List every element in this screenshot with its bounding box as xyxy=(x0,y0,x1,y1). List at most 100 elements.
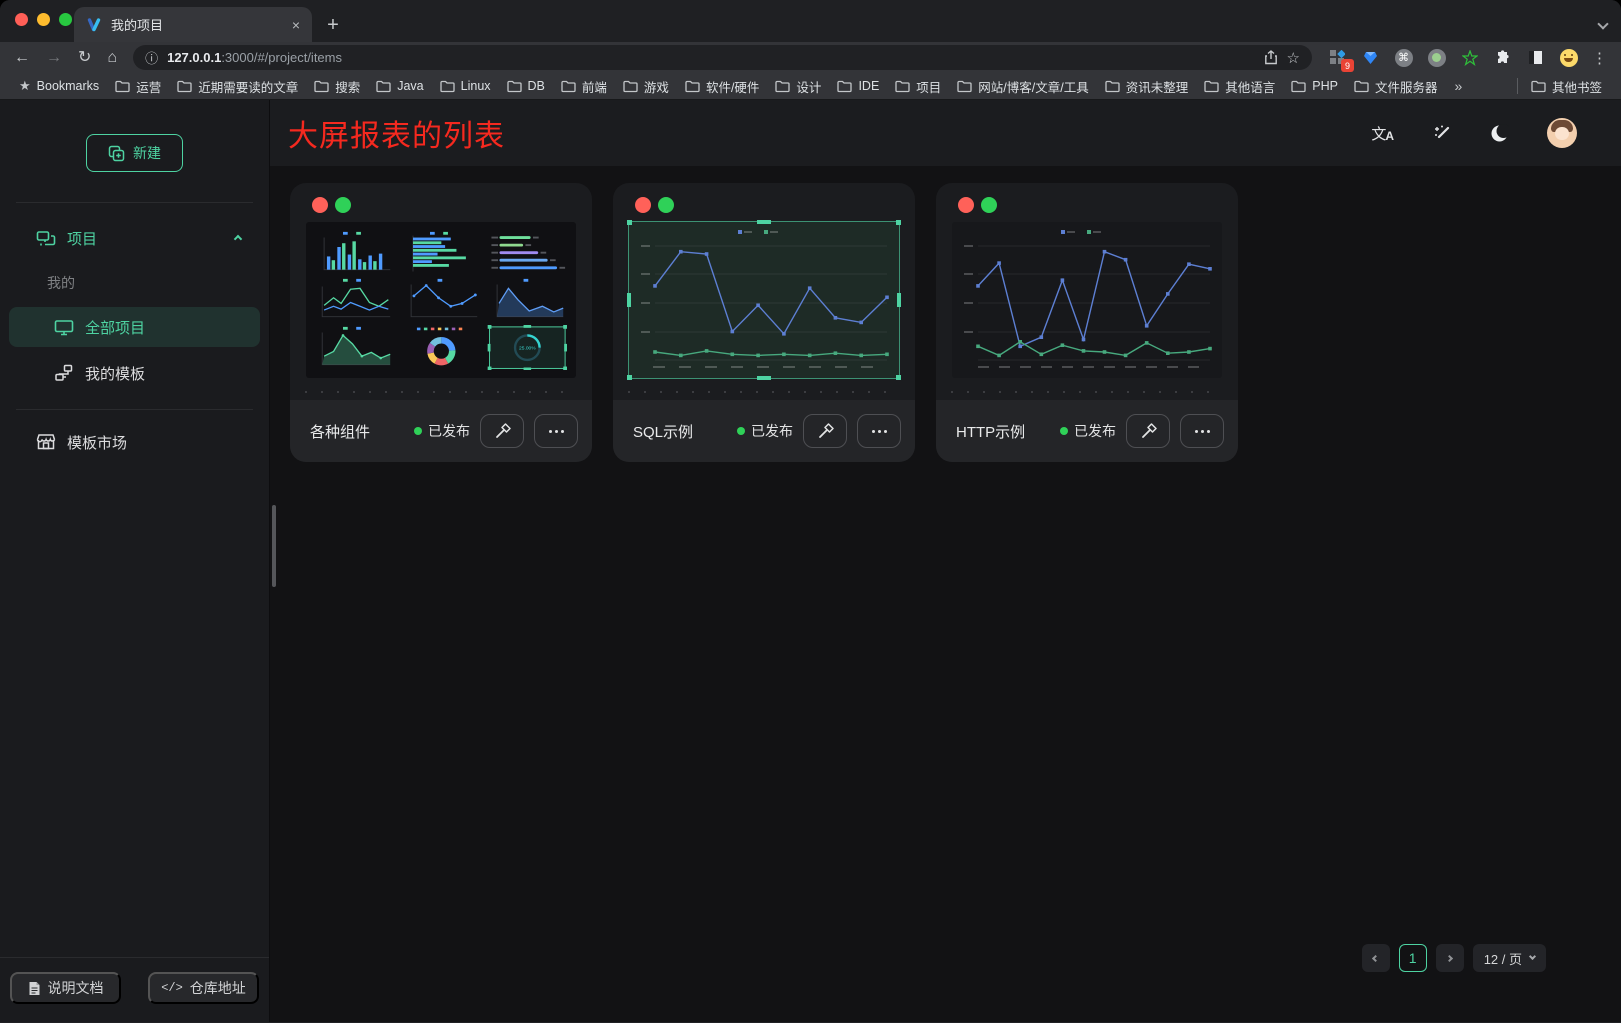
edit-project-button[interactable] xyxy=(480,414,524,448)
fullscreen-window-button[interactable] xyxy=(59,13,72,26)
browser-tab-strip: 我的项目 × + xyxy=(0,0,1621,42)
publish-status: 已发布 xyxy=(737,421,793,441)
chevron-down-icon xyxy=(1529,953,1536,960)
folder-icon xyxy=(775,80,790,93)
extension-gem-icon[interactable] xyxy=(1361,48,1380,67)
new-project-button[interactable]: 新建 xyxy=(86,134,183,172)
sidebar-item-template-market[interactable]: 模板市场 xyxy=(9,422,260,462)
project-thumbnail[interactable] xyxy=(629,222,899,378)
edit-project-button[interactable] xyxy=(1126,414,1170,448)
extension-emoji-icon[interactable] xyxy=(1559,48,1578,67)
home-icon[interactable]: ⌂ xyxy=(107,50,117,66)
bookmark-folder[interactable]: IDE xyxy=(830,75,886,98)
close-window-button[interactable] xyxy=(15,13,28,26)
new-tab-button[interactable]: + xyxy=(318,10,348,40)
edit-project-button[interactable] xyxy=(803,414,847,448)
bookmark-label: 搜索 xyxy=(335,77,360,96)
site-info-icon[interactable]: ⓘ xyxy=(145,48,158,67)
bookmark-folder[interactable]: 项目 xyxy=(888,75,948,98)
bookmark-folder[interactable]: 前端 xyxy=(554,75,614,98)
bookmark-folder[interactable]: 游戏 xyxy=(616,75,676,98)
folder-icon xyxy=(1291,80,1306,93)
gauge-value: 25.00% xyxy=(519,345,536,351)
extension-recorder-icon[interactable] xyxy=(1427,48,1446,67)
bookmark-folder[interactable]: DB xyxy=(500,75,552,98)
bookmark-label: 网站/博客/文章/工具 xyxy=(978,77,1088,96)
more-actions-button[interactable] xyxy=(1180,414,1224,448)
tab-title: 我的项目 xyxy=(111,15,283,34)
magic-wand-icon[interactable] xyxy=(1433,124,1452,143)
browser-menu-icon[interactable]: ⋮ xyxy=(1592,49,1607,67)
repo-button[interactable]: </> 仓库地址 xyxy=(148,972,259,1004)
extension-sidebar-icon[interactable] xyxy=(1526,48,1545,67)
other-bookmarks[interactable]: 其他书签 xyxy=(1524,75,1609,98)
dotted-divider xyxy=(951,391,1223,393)
bookmark-folder[interactable]: 设计 xyxy=(768,75,828,98)
bookmark-folder[interactable]: 近期需要读的文章 xyxy=(170,75,305,98)
reload-icon[interactable]: ↻ xyxy=(78,50,91,66)
extensions-puzzle-icon[interactable] xyxy=(1493,48,1512,67)
line-chart-thumbnail xyxy=(629,222,897,376)
sidebar-item-my-templates[interactable]: 我的模板 xyxy=(9,353,260,393)
mini-donut-chart xyxy=(399,325,484,370)
url-host: 127.0.0.1 xyxy=(167,50,221,65)
bookmarks-root[interactable]: ★ Bookmarks xyxy=(12,76,106,96)
bookmarks-overflow-chevron[interactable]: » xyxy=(1446,78,1470,94)
next-page-button[interactable] xyxy=(1436,944,1464,972)
folder-icon xyxy=(561,80,576,93)
divider xyxy=(16,202,253,203)
bookmark-folder[interactable]: Linux xyxy=(433,75,498,98)
share-icon[interactable] xyxy=(1264,50,1278,65)
extension-star-icon[interactable] xyxy=(1460,48,1479,67)
bookmark-folder-list: 运营 近期需要读的文章 搜索 Java Linux xyxy=(108,75,1444,98)
dark-mode-moon-icon[interactable] xyxy=(1490,124,1509,143)
minimize-window-button[interactable] xyxy=(37,13,50,26)
docs-button[interactable]: 说明文档 xyxy=(10,972,121,1004)
bookmark-folder[interactable]: PHP xyxy=(1284,75,1345,98)
extension-grid-icon[interactable]: 9 xyxy=(1328,48,1347,67)
more-actions-button[interactable] xyxy=(534,414,578,448)
bookmark-folder[interactable]: 其他语言 xyxy=(1197,75,1282,98)
folder-icon xyxy=(837,80,852,93)
forward-icon[interactable]: → xyxy=(46,50,62,66)
sidebar-item-all-projects[interactable]: 全部项目 xyxy=(9,307,260,347)
project-card[interactable]: 25.00% 各种组件 已发布 xyxy=(290,183,592,462)
project-card[interactable]: SQL示例 已发布 xyxy=(613,183,915,462)
bookmark-folder[interactable]: 搜索 xyxy=(307,75,367,98)
card-window-dots xyxy=(290,183,592,213)
more-actions-button[interactable] xyxy=(857,414,901,448)
card-footer: SQL示例 已发布 xyxy=(613,400,915,462)
tab-search-chevron-icon[interactable] xyxy=(1599,15,1607,33)
bookmark-folder[interactable]: 软件/硬件 xyxy=(678,75,766,98)
page-size-select[interactable]: 12 / 页 xyxy=(1473,944,1546,972)
storefront-icon xyxy=(36,433,56,451)
mini-gauge-chart: 25.00% xyxy=(485,325,570,370)
bookmark-folder[interactable]: 运营 xyxy=(108,75,168,98)
bookmark-folder[interactable]: Java xyxy=(369,75,430,98)
user-avatar[interactable] xyxy=(1547,118,1577,148)
project-thumbnail[interactable] xyxy=(952,222,1222,378)
language-icon[interactable]: 文A xyxy=(1371,123,1395,144)
url-path: :3000/#/project/items xyxy=(221,50,342,65)
status-dot-icon xyxy=(1060,427,1068,435)
hammer-icon xyxy=(494,423,511,440)
bookmark-folder[interactable]: 网站/博客/文章/工具 xyxy=(950,75,1095,98)
current-page-button[interactable]: 1 xyxy=(1399,944,1427,972)
back-icon[interactable]: ← xyxy=(14,50,30,66)
project-card[interactable]: HTTP示例 已发布 xyxy=(936,183,1238,462)
tab-close-icon[interactable]: × xyxy=(292,17,300,33)
bookmark-label: IDE xyxy=(858,79,879,93)
bookmark-star-icon[interactable]: ☆ xyxy=(1287,49,1300,67)
more-icon xyxy=(1195,430,1210,433)
bookmark-folder[interactable]: 资讯未整理 xyxy=(1098,75,1196,98)
project-thumbnail[interactable]: 25.00% xyxy=(306,222,576,378)
browser-tab[interactable]: 我的项目 × xyxy=(74,7,312,42)
folder-icon xyxy=(507,80,522,93)
mini-horizontal-bar-chart xyxy=(399,230,484,275)
sidebar-group-project[interactable]: 项目 xyxy=(36,228,241,249)
prev-page-button[interactable] xyxy=(1362,944,1390,972)
collapse-chevron-icon[interactable] xyxy=(234,234,242,242)
bookmark-folder[interactable]: 文件服务器 xyxy=(1347,75,1445,98)
url-bar[interactable]: ⓘ 127.0.0.1:3000/#/project/items ☆ xyxy=(133,45,1312,70)
extension-command-icon[interactable]: ⌘ xyxy=(1394,48,1413,67)
